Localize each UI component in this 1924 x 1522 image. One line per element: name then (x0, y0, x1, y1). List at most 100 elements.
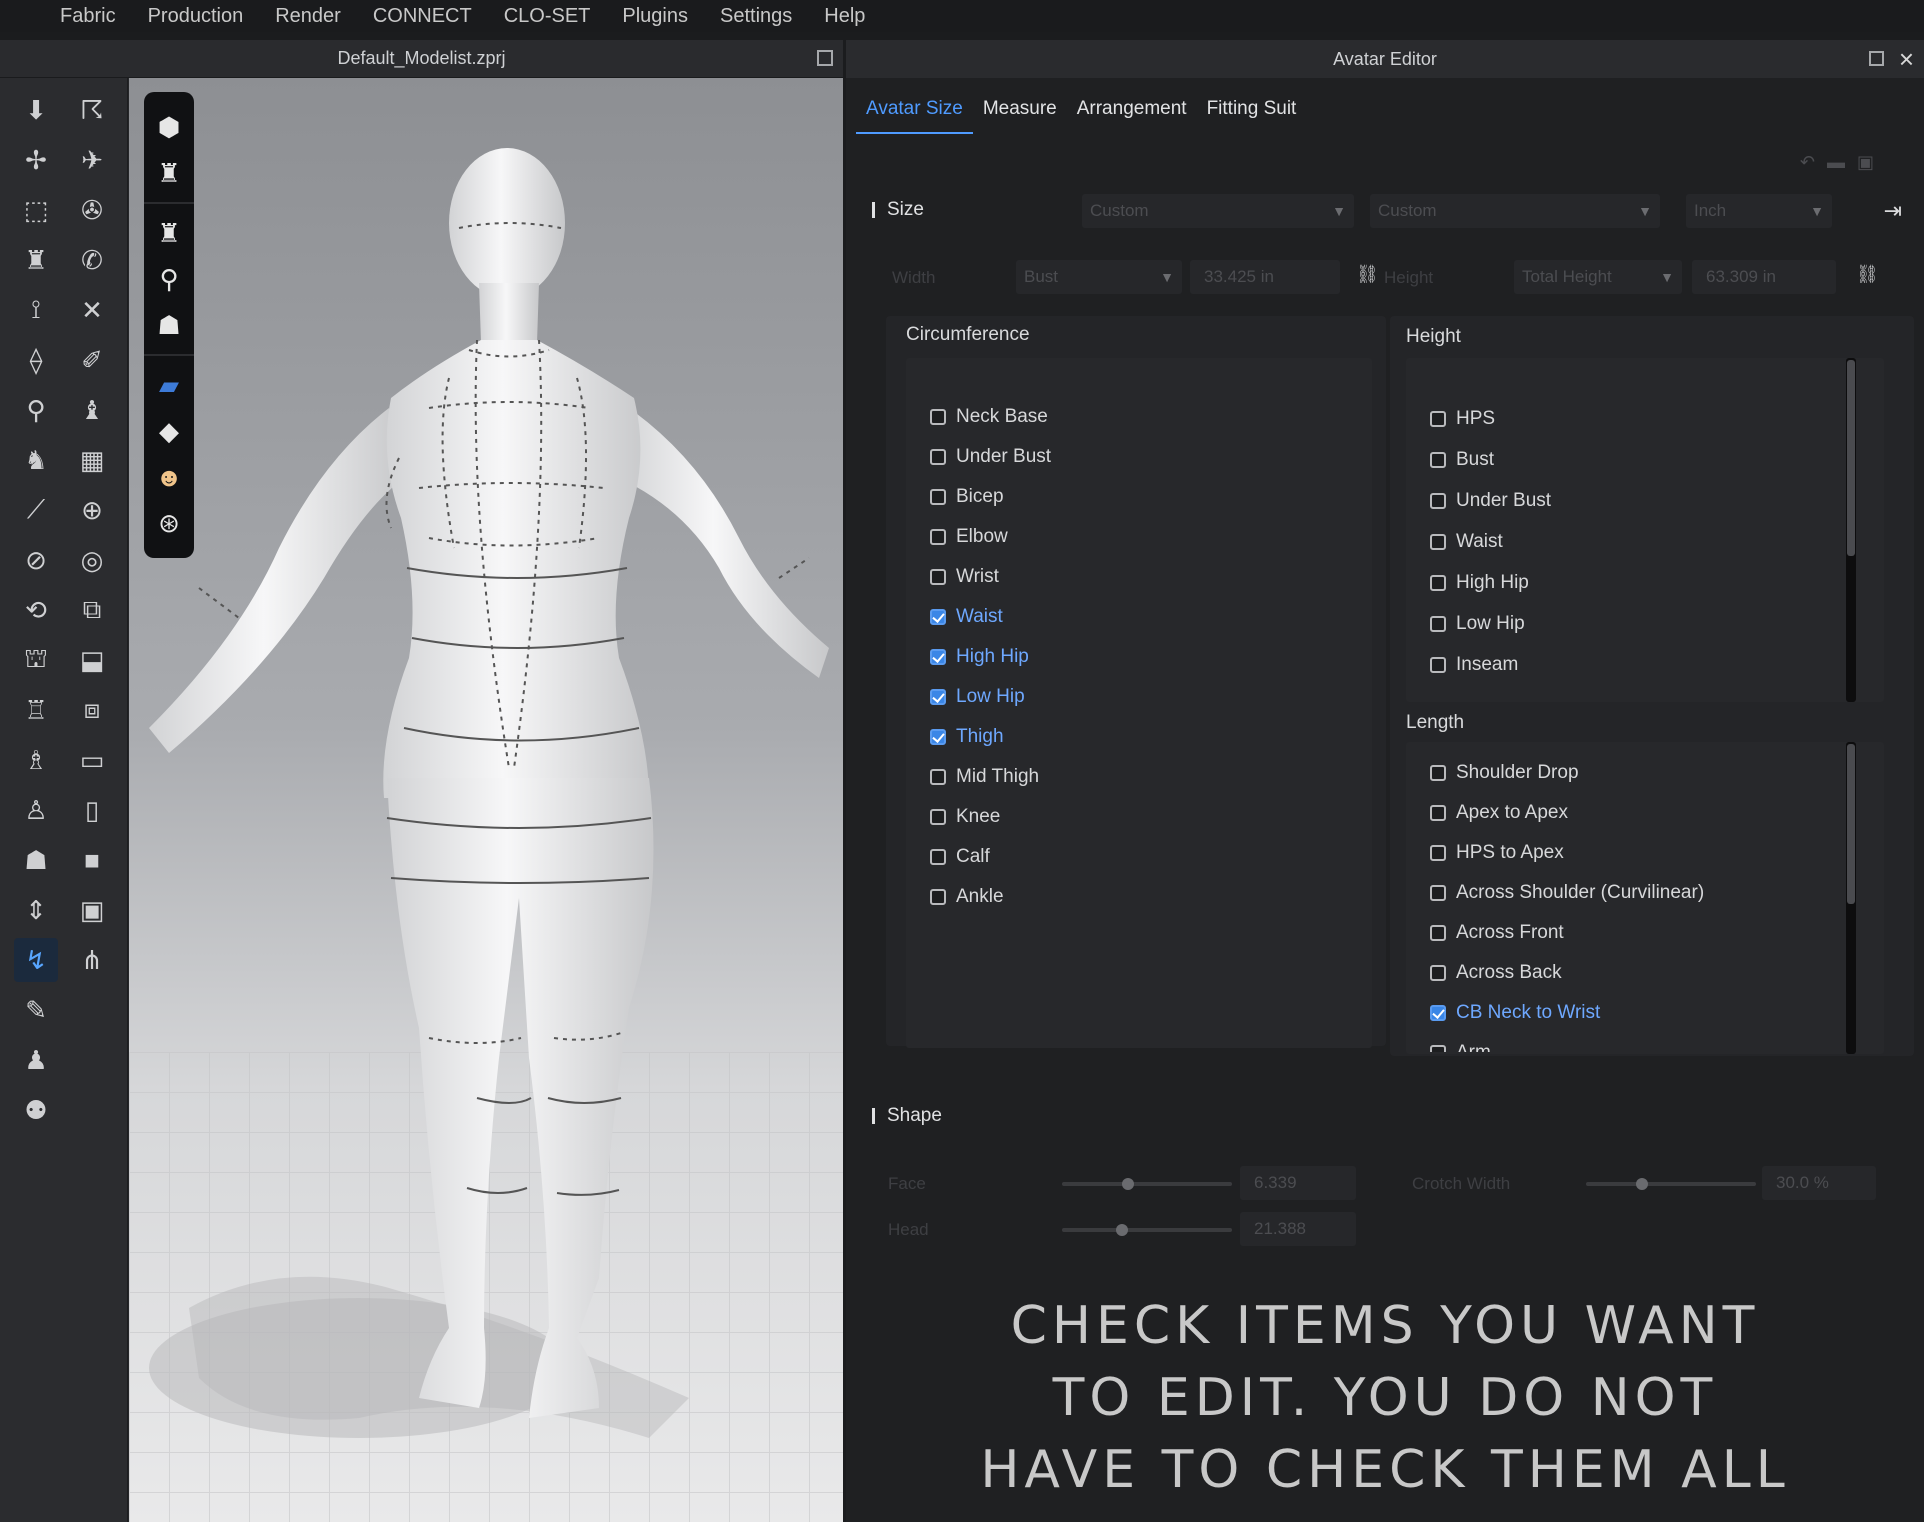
texture-view-icon[interactable]: ◆ (144, 408, 194, 454)
fabric-view-icon[interactable]: ▰ (144, 362, 194, 408)
body-tool-icon[interactable]: ☗ (14, 838, 58, 882)
length-item-checkbox[interactable] (1430, 885, 1446, 901)
pose-joint-icon[interactable]: ✇ (70, 188, 114, 232)
fold-tool-icon[interactable]: ⟠ (14, 338, 58, 382)
fold-arrange-icon[interactable]: ⟟ (14, 288, 58, 332)
layer-edit-icon[interactable]: ▯ (70, 788, 114, 832)
length-item-label: CB Neck to Wrist (1456, 1002, 1601, 1023)
marquee-select-icon[interactable]: ⬚ (14, 188, 58, 232)
skin-view-icon[interactable]: ☻ (144, 454, 194, 500)
length-item-label: Across Shoulder (Curvilinear) (1456, 882, 1705, 903)
length-item-row[interactable]: Apex to Apex (1430, 802, 1568, 824)
length-item-checkbox[interactable] (1430, 805, 1446, 821)
caption-line-2: TO EDIT. YOU DO NOT (1052, 1368, 1718, 1428)
length-item-row[interactable]: CB Neck to Wrist (1430, 1002, 1600, 1024)
texture-tool-icon[interactable]: ⟲ (14, 588, 58, 632)
pin-tool-icon[interactable]: ⚲ (14, 388, 58, 432)
avatar-model[interactable] (129, 78, 843, 1522)
length-item-checkbox[interactable] (1430, 925, 1446, 941)
ruler-tool-icon[interactable]: ⇕ (14, 888, 58, 932)
view-toggle-strip: ⬢ ♜ ♜ ⚲ ☗ ▰ ◆ ☻ ⊛ (144, 92, 194, 558)
pin-view-icon[interactable]: ⚲ (144, 256, 194, 302)
shirt-tool-icon[interactable]: ♖ (14, 688, 58, 732)
length-item-checkbox[interactable] (1430, 1005, 1446, 1021)
length-item-label: Arm (1456, 1042, 1491, 1052)
avatar-tool-icon[interactable]: ♙ (14, 788, 58, 832)
pose-tool-icon[interactable]: ☈ (70, 88, 114, 132)
viewport-title: Default_Modelist.zprj (337, 48, 506, 68)
menu-connect[interactable]: CONNECT (357, 0, 488, 32)
menu-production[interactable]: Production (132, 0, 260, 32)
box-tool-icon[interactable]: ■ (70, 838, 114, 882)
pose-limb-icon[interactable]: ✆ (70, 238, 114, 282)
length-item-row[interactable]: Arm (1430, 1042, 1491, 1052)
pose-edit-icon[interactable]: ✈ (70, 138, 114, 182)
length-item-row[interactable]: Shoulder Drop (1430, 762, 1579, 784)
menu-settings[interactable]: Settings (704, 0, 808, 32)
length-item-checkbox[interactable] (1430, 1045, 1446, 1052)
length-item-row[interactable]: Across Shoulder (Curvilinear) (1430, 882, 1704, 904)
tutorial-caption: CHECK ITEMS YOU WANT TO EDIT. YOU DO NOT… (846, 1290, 1924, 1506)
hat-tool-icon[interactable]: ⛫ (14, 638, 58, 682)
measure-group-icon[interactable]: ♞ (14, 438, 58, 482)
face-slider[interactable] (1062, 1178, 1232, 1190)
menu-clo-set[interactable]: CLO-SET (488, 0, 607, 32)
length-item-label: Shoulder Drop (1456, 762, 1579, 783)
face-value-stepper[interactable]: 6.339 (1240, 1166, 1356, 1200)
menu-help[interactable]: Help (808, 0, 881, 32)
select-move-icon[interactable]: ⬇ (14, 88, 58, 132)
avatar-measure-icon[interactable]: ↯ (14, 938, 58, 982)
head-label: Head (888, 1220, 929, 1239)
length-item-label: HPS to Apex (1456, 842, 1564, 863)
shape-section-label: Shape (872, 1106, 942, 1125)
length-item-label: Apex to Apex (1456, 802, 1568, 823)
button-tool-icon[interactable]: ⊕ (70, 488, 114, 532)
arrangement-icon[interactable]: ⚉ (14, 1088, 58, 1132)
length-item-label: Across Front (1456, 922, 1564, 943)
restore-window-icon[interactable] (817, 50, 833, 66)
garment-select-icon[interactable]: ♜ (14, 238, 58, 282)
shirt-edit-icon[interactable]: ♝ (70, 388, 114, 432)
length-item-checkbox[interactable] (1430, 765, 1446, 781)
avatar-view-icon[interactable]: ☗ (144, 302, 194, 348)
viewport-window: Default_Modelist.zprj ⬇ ✢ ⬚ ♜ ⟟ ⟠ ⚲ ♞ ⟋ … (0, 40, 843, 1522)
length-items: Shoulder Drop Apex to Apex HPS to Apex Acro… (846, 40, 1924, 1052)
length-item-row[interactable]: Across Front (1430, 922, 1564, 944)
zipper-tool-icon[interactable]: ⧉ (70, 588, 114, 632)
crotch-width-value-stepper[interactable]: 30.0 % (1762, 1166, 1876, 1200)
fork-tool-icon[interactable]: ⋔ (70, 938, 114, 982)
length-item-checkbox[interactable] (1430, 845, 1446, 861)
move-gizmo-icon[interactable]: ✢ (14, 138, 58, 182)
menu-bar: Fabric Production Render CONNECT CLO-SET… (0, 0, 1924, 32)
length-item-label: Across Back (1456, 962, 1562, 983)
viewport-titlebar: Default_Modelist.zprj (0, 40, 843, 78)
length-item-checkbox[interactable] (1430, 965, 1446, 981)
fitting-suit-icon[interactable]: ♟ (14, 1038, 58, 1082)
pose-copy-icon[interactable]: ✐ (70, 338, 114, 382)
trim-tool-icon[interactable]: ⬓ (70, 638, 114, 682)
menu-fabric[interactable]: Fabric (0, 0, 132, 32)
layer-tool-icon[interactable]: ▭ (70, 738, 114, 782)
3d-viewport[interactable] (129, 78, 843, 1522)
length-item-row[interactable]: Across Back (1430, 962, 1562, 984)
tape-tool-icon[interactable]: ⊘ (14, 538, 58, 582)
menu-render[interactable]: Render (259, 0, 357, 32)
menu-plugins[interactable]: Plugins (606, 0, 704, 32)
head-value-stepper[interactable]: 21.388 (1240, 1212, 1356, 1246)
head-slider[interactable] (1062, 1224, 1232, 1236)
buttonhole-icon[interactable]: ◎ (70, 538, 114, 582)
shirt-pattern-icon[interactable]: ▦ (70, 438, 114, 482)
globe-view-icon[interactable]: ⊛ (144, 500, 194, 546)
pose-reset-icon[interactable]: ✕ (70, 288, 114, 332)
garment-view-icon[interactable]: ♜ (144, 150, 194, 196)
crotch-width-slider[interactable] (1586, 1178, 1756, 1190)
trim-edit-icon[interactable]: ⧈ (70, 688, 114, 732)
tape-measure-icon[interactable]: ✎ (14, 988, 58, 1032)
needle-tool-icon[interactable]: ⟋ (14, 488, 58, 532)
length-item-row[interactable]: HPS to Apex (1430, 842, 1564, 864)
box-edit-icon[interactable]: ▣ (70, 888, 114, 932)
cube-view-icon[interactable]: ⬢ (144, 104, 194, 150)
garment-tool-icon[interactable]: ♗ (14, 738, 58, 782)
caption-line-3: HAVE TO CHECK THEM ALL (980, 1440, 1790, 1500)
shirt-view-icon[interactable]: ♜ (144, 210, 194, 256)
